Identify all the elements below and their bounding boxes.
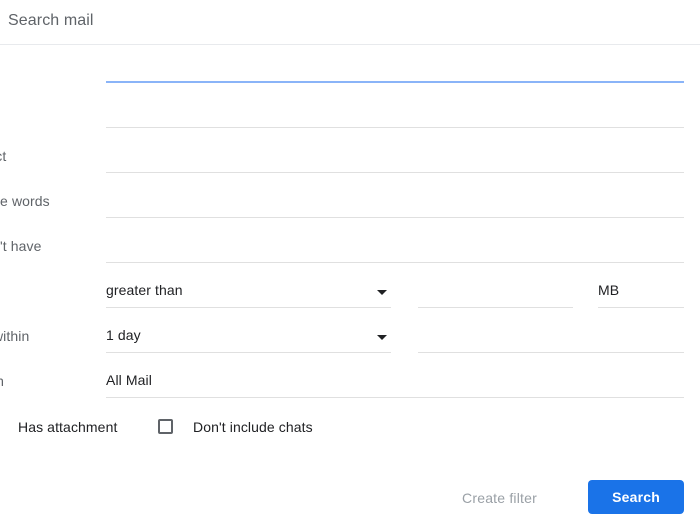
no-chats-checkbox[interactable] [158, 419, 173, 434]
search-scope-select[interactable]: All Mail [106, 368, 684, 398]
form-row-doesnt-have: Doesn't have [0, 225, 700, 270]
chevron-down-icon [377, 290, 387, 295]
size-operator-value: greater than [106, 282, 183, 298]
label-subject: Subject [0, 148, 7, 164]
size-unit-select[interactable]: MB [598, 278, 684, 308]
form-row-has-the-words: Has the words [0, 180, 700, 225]
doesnt-have-input[interactable] [106, 233, 684, 263]
search-button[interactable]: Search [588, 480, 684, 514]
date-within-range-value: 1 day [106, 327, 141, 343]
has-attachment-label[interactable]: Has attachment [18, 419, 117, 435]
form-row-date-within: Date within 1 day [0, 315, 700, 360]
from-input[interactable] [106, 53, 684, 83]
advanced-search-dialog: Search mail From To Subject Has the word… [0, 0, 700, 525]
advanced-search-form: From To Subject Has the words Doesn't ha… [0, 45, 700, 450]
subject-input[interactable] [106, 143, 684, 173]
date-input[interactable] [418, 323, 684, 353]
create-filter-button[interactable]: Create filter [454, 482, 545, 514]
size-unit-value: MB [598, 282, 620, 298]
form-row-subject: Subject [0, 135, 700, 180]
has-the-words-input[interactable] [106, 188, 684, 218]
dialog-actions: Create filter Search [0, 468, 700, 525]
form-row-search-scope: Search All Mail [0, 360, 700, 405]
label-has-the-words: Has the words [0, 193, 50, 209]
date-within-range-select[interactable]: 1 day [106, 323, 391, 353]
label-date-within: Date within [0, 328, 30, 344]
search-mail-placeholder[interactable]: Search mail [8, 12, 94, 30]
form-row-checkboxes: Has attachment Don't include chats [0, 405, 700, 450]
label-search-scope: Search [0, 373, 4, 389]
search-bar[interactable]: Search mail [0, 0, 700, 45]
chevron-down-icon [377, 335, 387, 340]
search-scope-value: All Mail [106, 372, 152, 388]
size-operator-select[interactable]: greater than [106, 278, 391, 308]
to-input[interactable] [106, 98, 684, 128]
form-row-from: From [0, 45, 700, 90]
label-doesnt-have: Doesn't have [0, 238, 42, 254]
size-value-input[interactable] [418, 278, 573, 308]
no-chats-label[interactable]: Don't include chats [193, 419, 313, 435]
form-row-to: To [0, 90, 700, 135]
form-row-size: Size greater than MB [0, 270, 700, 315]
